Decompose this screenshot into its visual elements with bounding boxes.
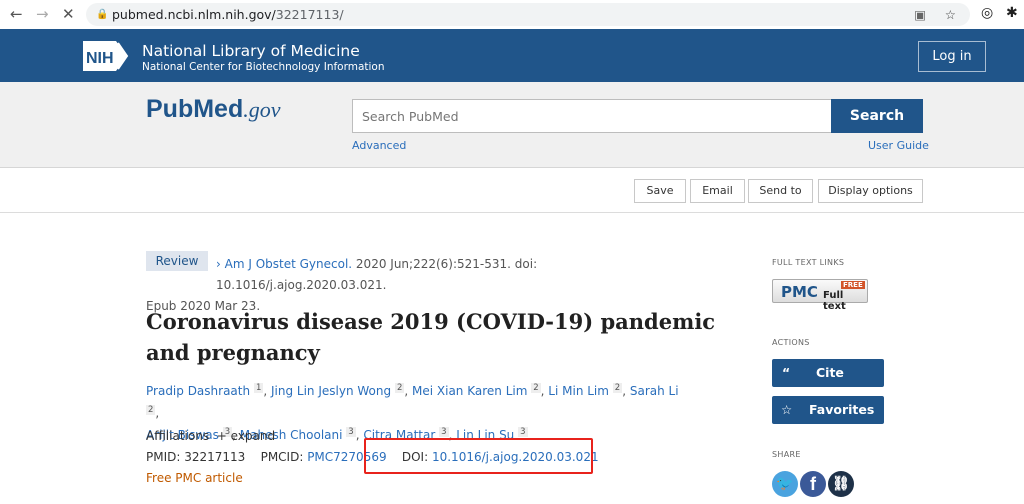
extension-icon[interactable]: ◎	[981, 5, 993, 21]
article-title: Coronavirus disease 2019 (COVID-19) pand…	[146, 309, 716, 365]
author-link[interactable]: Jing Lin Jeslyn Wong	[271, 384, 391, 398]
chevron-right-icon: ›	[216, 257, 221, 271]
expand-affiliations-button[interactable]: + expand	[217, 429, 275, 443]
save-button[interactable]: Save	[634, 179, 686, 203]
affiliations: Affiliations + expand	[146, 429, 276, 443]
full-text-links-heading: FULL TEXT LINKS	[772, 258, 845, 267]
favorites-button[interactable]: ☆ Favorites	[772, 396, 884, 424]
free-pmc-article-label: Free PMC article	[146, 471, 243, 485]
puzzle-icon[interactable]: ✱	[1006, 5, 1018, 21]
affiliation-number[interactable]: 2	[612, 383, 623, 393]
affiliation-number[interactable]: 3	[439, 427, 449, 437]
doi-highlight-box	[364, 438, 593, 474]
author-link[interactable]: Li Min Lim	[548, 384, 609, 398]
url-host: pubmed.ncbi.nlm.nih.gov/	[112, 7, 276, 22]
journal-link[interactable]: Am J Obstet Gynecol.	[225, 257, 352, 271]
affiliation-number[interactable]: 2	[146, 405, 156, 415]
affiliation-number[interactable]: 2	[394, 383, 405, 393]
search-button[interactable]: Search	[831, 99, 923, 133]
facebook-icon[interactable]: f	[800, 471, 826, 497]
advanced-search-link[interactable]: Advanced	[352, 139, 406, 152]
nlm-title[interactable]: National Library of Medicine	[142, 42, 360, 60]
affiliation-number[interactable]: 3	[518, 427, 528, 437]
affiliation-number[interactable]: 3	[346, 427, 356, 437]
nih-logo[interactable]: NIH	[83, 41, 129, 71]
back-icon[interactable]: ←	[10, 5, 23, 23]
search-input[interactable]	[352, 99, 832, 133]
author-link[interactable]: Pradip Dashraath	[146, 384, 250, 398]
user-guide-link[interactable]: User Guide	[868, 139, 929, 152]
pmc-full-text-link[interactable]: PMC FREE Full text	[772, 279, 868, 312]
lock-icon: 🔒	[96, 9, 109, 20]
svg-text:NIH: NIH	[86, 50, 114, 67]
display-options-button[interactable]: Display options	[818, 179, 923, 203]
share-heading: SHARE	[772, 450, 801, 459]
url-path: 32217113/	[275, 7, 344, 22]
login-button[interactable]: Log in	[918, 41, 986, 72]
browser-bar: ← → ✕ 🔒 pubmed.ncbi.nlm.nih.gov/32217113…	[0, 0, 1024, 29]
translate-icon[interactable]: ▣	[914, 3, 926, 26]
star-icon: ☆	[781, 402, 793, 417]
pubmed-logo[interactable]: PubMed.gov	[146, 95, 280, 124]
author-link[interactable]: Mei Xian Karen Lim	[412, 384, 527, 398]
send-to-button[interactable]: Send to	[748, 179, 813, 203]
permalink-icon[interactable]: ⛓	[828, 471, 854, 497]
forward-icon[interactable]: →	[36, 5, 49, 23]
stop-icon[interactable]: ✕	[62, 5, 75, 23]
article-type-badge: Review	[146, 251, 208, 271]
ncbi-subtitle[interactable]: National Center for Biotechnology Inform…	[142, 61, 385, 73]
affiliation-number[interactable]: 1	[253, 383, 264, 393]
actions-heading: ACTIONS	[772, 338, 810, 347]
email-button[interactable]: Email	[690, 179, 745, 203]
pmid: 32217113	[184, 450, 246, 464]
cite-button[interactable]: “ Cite	[772, 359, 884, 387]
address-bar[interactable]: 🔒 pubmed.ncbi.nlm.nih.gov/32217113/ ▣ ☆	[86, 3, 970, 26]
star-icon[interactable]: ☆	[945, 3, 956, 26]
author-link[interactable]: Sarah Li	[630, 384, 679, 398]
twitter-icon[interactable]: 🐦	[772, 471, 798, 497]
quote-icon: “	[782, 365, 791, 380]
affiliation-number[interactable]: 2	[531, 383, 541, 393]
